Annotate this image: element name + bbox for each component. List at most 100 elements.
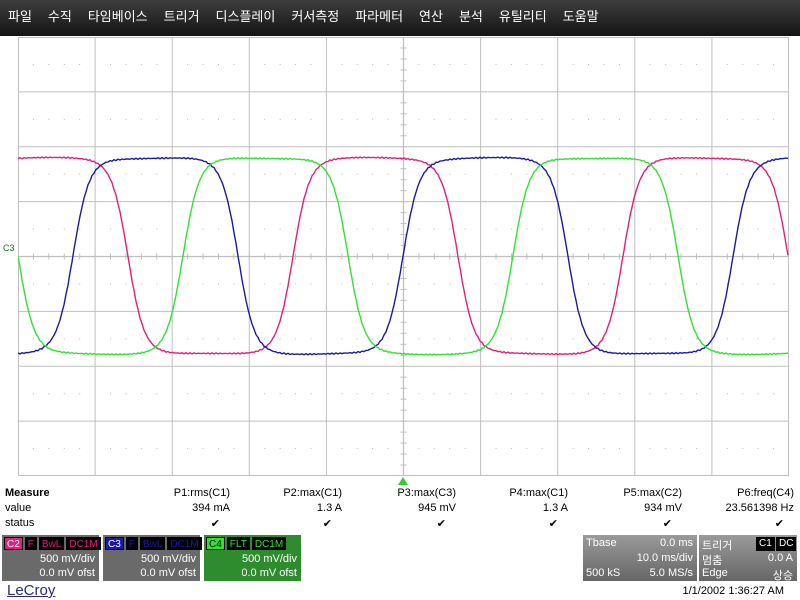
menu-item-8[interactable]: 분석 <box>451 0 491 36</box>
grid-dot <box>773 173 775 175</box>
grid-dot <box>588 228 590 230</box>
grid-dot <box>418 228 420 230</box>
grid-dot <box>618 118 620 120</box>
menu-item-3[interactable]: 트리거 <box>156 0 208 36</box>
menu-item-9[interactable]: 유틸리티 <box>491 0 555 36</box>
grid-dot <box>572 63 574 65</box>
grid-dot <box>202 338 204 340</box>
grid-dot <box>649 448 651 450</box>
grid-dot <box>32 63 34 65</box>
grid-dot <box>757 173 759 175</box>
grid-dot <box>140 393 142 395</box>
grid-dot <box>418 173 420 175</box>
trigger-slope: 상승 <box>772 570 793 582</box>
grid-dot <box>202 228 204 230</box>
trigger-label: 트리거 <box>702 540 733 552</box>
grid-dot <box>233 173 235 175</box>
channel-offset: 0.0 mV ofst <box>140 567 196 579</box>
grid-dot <box>742 118 744 120</box>
grid-dot <box>217 63 219 65</box>
grid-dot <box>680 338 682 340</box>
grid-dot <box>618 283 620 285</box>
grid-dot <box>295 63 297 65</box>
grid-dot <box>295 448 297 450</box>
grid-dot <box>449 283 451 285</box>
grid-dot <box>387 338 389 340</box>
grid-dot <box>187 393 189 395</box>
grid-dot <box>79 63 81 65</box>
grid-dot <box>510 448 512 450</box>
grid-dot <box>695 393 697 395</box>
grid-dot <box>541 63 543 65</box>
menu-item-1[interactable]: 수직 <box>40 0 80 36</box>
tb-label: Tbase <box>586 537 617 549</box>
grid-dot <box>140 173 142 175</box>
grid-dot <box>125 173 127 175</box>
channel-box-c4[interactable]: C4 FLT DC1M 500 mV/div 0.0 mV ofst <box>204 535 301 581</box>
grid-dot <box>233 283 235 285</box>
grid-dot <box>742 283 744 285</box>
menu-item-0[interactable]: 파일 <box>0 0 40 36</box>
grid-dot <box>464 283 466 285</box>
grid-dot <box>665 338 667 340</box>
grid-dot <box>541 283 543 285</box>
grid-dot <box>773 283 775 285</box>
channel-box-c2[interactable]: C2 F BwL DC1M 500 mV/div 0.0 mV ofst <box>2 535 101 581</box>
grid-dot <box>572 393 574 395</box>
grid-dot <box>356 448 358 450</box>
grid-dot <box>279 338 281 340</box>
grid-dot <box>295 338 297 340</box>
grid-dot <box>418 283 420 285</box>
grid-dot <box>433 118 435 120</box>
grid-dot <box>32 283 34 285</box>
channel-offset: 0.0 mV ofst <box>39 567 95 579</box>
param-name-3: P3:max(C3) <box>397 487 456 499</box>
grid-dot <box>79 448 81 450</box>
grid-dot <box>680 283 682 285</box>
grid-dot <box>156 173 158 175</box>
grid-dot <box>48 63 50 65</box>
grid-dot <box>665 118 667 120</box>
grid-dot <box>695 228 697 230</box>
channel-tag: DC1M <box>167 537 202 550</box>
grid-dot <box>356 118 358 120</box>
grid-dot <box>110 173 112 175</box>
param-name-4: P4:max(C1) <box>509 487 568 499</box>
grid-dot <box>310 118 312 120</box>
grid-dot <box>665 228 667 230</box>
status-check-icon: ✔ <box>548 518 558 530</box>
grid-dot <box>217 283 219 285</box>
grid-dot <box>156 283 158 285</box>
trace-label-c3: C3 <box>3 243 15 253</box>
grid-dot <box>603 338 605 340</box>
grid-dot <box>588 393 590 395</box>
param-name-1: P1:rms(C1) <box>173 487 230 499</box>
grid-dot <box>110 118 112 120</box>
scope-display[interactable] <box>18 37 789 476</box>
grid-dot <box>680 393 682 395</box>
grid-dot <box>418 393 420 395</box>
grid-dot <box>310 393 312 395</box>
grid-dot <box>757 63 759 65</box>
menu-item-4[interactable]: 디스플레이 <box>208 0 284 36</box>
grid-dot <box>618 448 620 450</box>
menu-item-7[interactable]: 연산 <box>411 0 451 36</box>
menu-item-6[interactable]: 파라메터 <box>347 0 411 36</box>
grid-dot <box>140 228 142 230</box>
grid-dot <box>495 393 497 395</box>
grid-dot <box>618 228 620 230</box>
trigger-marker-icon[interactable] <box>398 477 408 485</box>
grid-dot <box>279 393 281 395</box>
menu-item-5[interactable]: 커서측정 <box>283 0 347 36</box>
channel-vdiv: 500 mV/div <box>140 553 196 565</box>
grid-dot <box>665 393 667 395</box>
menu-item-10[interactable]: 도움말 <box>555 0 607 36</box>
timebase-box[interactable]: Tbase 0.0 ms 10.0 ms/div 500 kS 5.0 MS/s <box>583 535 697 581</box>
grid-dot <box>588 283 590 285</box>
grid-dot <box>387 228 389 230</box>
grid-dot <box>372 118 374 120</box>
menu-item-2[interactable]: 타임베이스 <box>80 0 156 36</box>
channel-box-c3[interactable]: C3 F BwL DC1M 500 mV/div 0.0 mV ofst <box>103 535 202 581</box>
trigger-box[interactable]: 트리거 C1 DC 멈춤 0.0 A Edge 상승 <box>699 535 797 582</box>
grid-dot <box>63 228 65 230</box>
